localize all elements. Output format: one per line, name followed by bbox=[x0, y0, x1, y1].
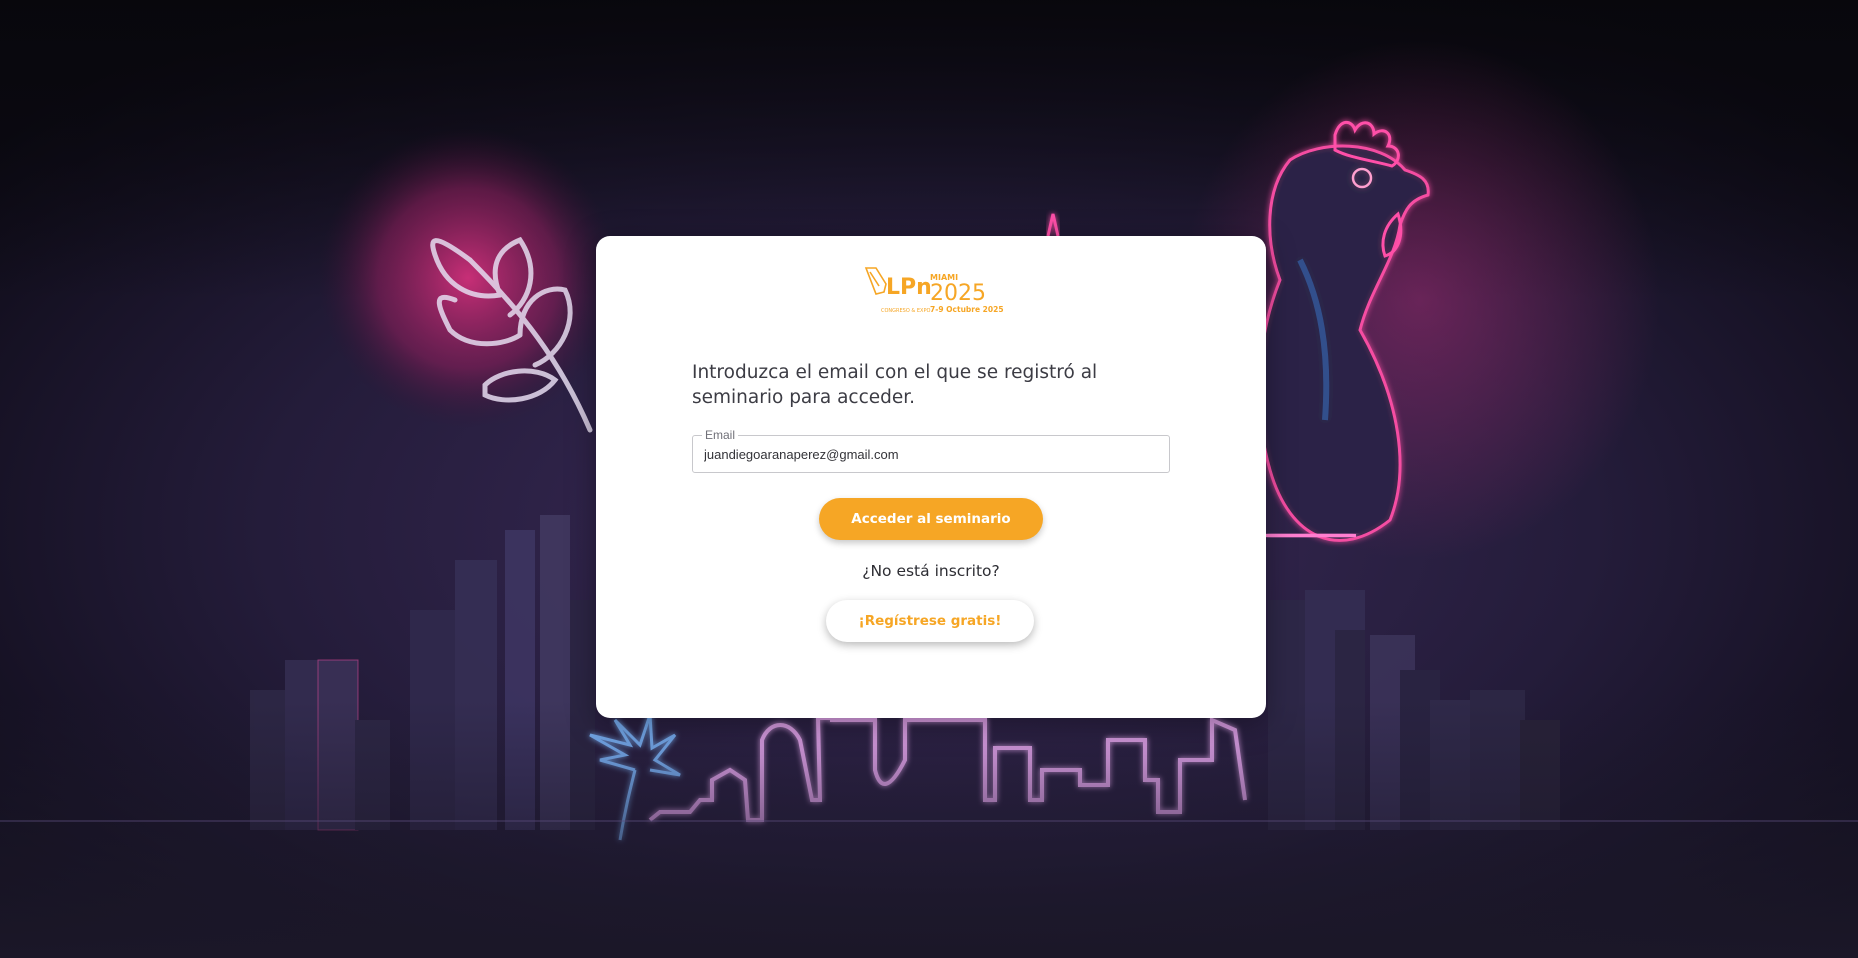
event-logo: LPn MIAMI 2025 CONGRESO & EXPO 7-9 Octub… bbox=[864, 264, 1014, 316]
access-seminar-button[interactable]: Acceder al seminario bbox=[819, 498, 1043, 540]
not-registered-text: ¿No está inscrito? bbox=[862, 562, 1000, 580]
logo-subtitle: CONGRESO & EXPO bbox=[881, 308, 930, 314]
register-button[interactable]: ¡Regístrese gratis! bbox=[826, 600, 1034, 642]
login-card: LPn MIAMI 2025 CONGRESO & EXPO 7-9 Octub… bbox=[596, 236, 1266, 718]
email-label: Email bbox=[702, 428, 739, 442]
login-instruction: Introduzca el email con el que se regist… bbox=[692, 362, 1098, 408]
email-input[interactable] bbox=[704, 444, 1154, 464]
logo-dates: 7-9 Octubre 2025 bbox=[930, 305, 1004, 314]
pink-orb-glow bbox=[318, 128, 618, 428]
email-field: Email bbox=[692, 428, 1170, 473]
logo-brand: LPn bbox=[886, 275, 932, 300]
logo-year: 2025 bbox=[930, 281, 986, 306]
